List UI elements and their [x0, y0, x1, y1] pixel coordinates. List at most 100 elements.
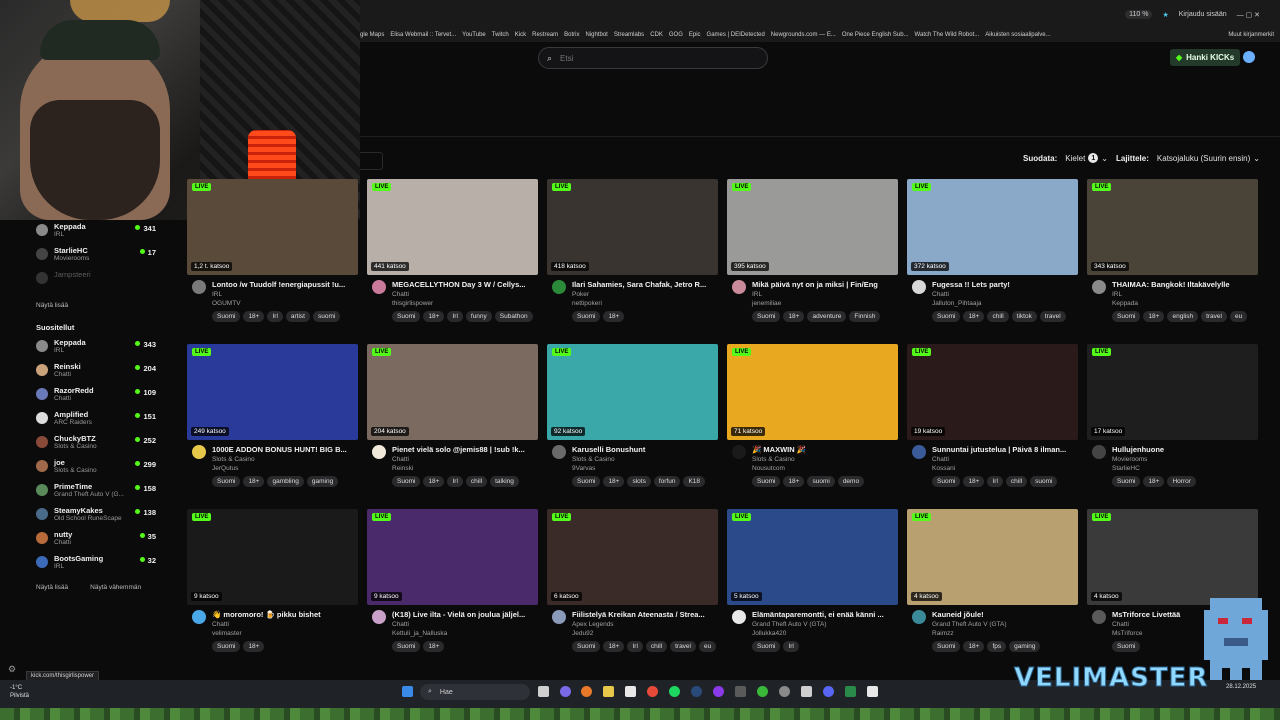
tag-chip[interactable]: Irl [783, 641, 799, 652]
tag-chip[interactable]: Suomi [572, 641, 601, 652]
stream-card[interactable]: LIVE 441 katsoo MEGACELLYTHON Day 3 W / Ce… [367, 179, 538, 325]
channel-avatar[interactable] [552, 280, 566, 294]
channel-name[interactable]: StarlieHC [1112, 465, 1140, 472]
show-more-link[interactable]: Näytä lisää [36, 584, 68, 591]
stream-thumbnail[interactable]: LIVE 92 katsoo [547, 344, 718, 440]
zoom-indicator[interactable]: 110 % [1125, 10, 1153, 19]
teams-icon[interactable] [560, 686, 571, 697]
channel-avatar[interactable] [192, 445, 206, 459]
calculator-icon[interactable] [735, 686, 746, 697]
tag-chip[interactable]: travel [670, 641, 696, 652]
tag-chip[interactable]: 18+ [423, 476, 445, 487]
channel-avatar[interactable] [552, 610, 566, 624]
show-less-link[interactable]: Näytä vähemmän [90, 584, 141, 591]
tag-chip[interactable]: tiktok [1011, 311, 1037, 322]
tag-chip[interactable]: travel [1201, 311, 1227, 322]
tag-chip[interactable]: gambling [267, 476, 304, 487]
bookmark-item[interactable]: gle Maps [360, 32, 384, 38]
sidebar-channel[interactable]: Jampsteeri [28, 270, 162, 294]
channel-name[interactable]: 9Varvas [572, 465, 595, 472]
stream-category[interactable]: Chatti [392, 456, 409, 463]
other-bookmarks[interactable]: Muut kirjanmerkit [1228, 32, 1274, 38]
channel-name[interactable]: Keppada [1112, 300, 1138, 307]
channel-avatar[interactable] [372, 445, 386, 459]
tag-chip[interactable]: Irl [447, 476, 463, 487]
sidebar-channel[interactable]: BootsGaming IRL 32 [28, 554, 162, 578]
tag-chip[interactable]: Suomi [932, 311, 961, 322]
channel-name[interactable]: Kossani [932, 465, 955, 472]
stream-thumbnail[interactable]: LIVE 1,2 t. katsoo [187, 179, 358, 275]
tag-chip[interactable]: fps [987, 641, 1007, 652]
bookmark-item[interactable]: Streamlabs [614, 32, 644, 38]
stream-card[interactable]: LIVE 1,2 t. katsoo Lontoo /w Tuudolf !ener… [187, 179, 358, 325]
bookmark-item[interactable]: Epic [689, 32, 701, 38]
channel-name[interactable]: OGUMTV [212, 300, 241, 307]
stream-category[interactable]: Slots & Casino [212, 456, 255, 463]
bookmark-item[interactable]: YouTube [462, 32, 486, 38]
channel-avatar[interactable] [912, 610, 926, 624]
tag-chip[interactable]: eu [1229, 311, 1248, 322]
tag-chip[interactable]: Suomi [572, 476, 601, 487]
tag-chip[interactable]: Finnish [849, 311, 881, 322]
tag-chip[interactable]: Irl [987, 476, 1003, 487]
channel-avatar[interactable] [732, 610, 746, 624]
channel-name[interactable]: JerQutus [212, 465, 238, 472]
search-input[interactable] [558, 52, 753, 64]
channel-avatar[interactable] [912, 280, 926, 294]
obs-icon[interactable] [713, 686, 724, 697]
discord-icon[interactable] [823, 686, 834, 697]
channel-name[interactable]: Jalluton_Pihtaaja [932, 300, 982, 307]
stream-title[interactable]: Mikä päivä nyt on ja miksi | Fin/Eng [752, 280, 898, 289]
channel-avatar[interactable] [1092, 280, 1106, 294]
tag-chip[interactable]: Suomi [1112, 476, 1141, 487]
channel-avatar[interactable] [732, 280, 746, 294]
stream-category[interactable]: Chatti [932, 456, 949, 463]
tag-chip[interactable]: Suomi [212, 641, 241, 652]
tag-chip[interactable]: Subathon [494, 311, 533, 322]
tag-chip[interactable]: gaming [306, 476, 339, 487]
sidebar-channel[interactable]: RazorRedd Chatti 109 [28, 386, 162, 410]
bookmark-item[interactable]: Aikuisten sosiaalipalve... [985, 32, 1050, 38]
stream-thumbnail[interactable]: LIVE 9 katsoo [367, 509, 538, 605]
stream-card[interactable]: LIVE 4 katsoo Kauneid jõule! Grand Theft Au… [907, 509, 1078, 655]
channel-name[interactable]: velimaster [212, 630, 242, 637]
tag-chip[interactable]: Suomi [572, 311, 601, 322]
tag-chip[interactable]: Suomi [752, 311, 781, 322]
files-icon[interactable] [603, 686, 614, 697]
tag-chip[interactable]: adventure [807, 311, 847, 322]
tag-chip[interactable]: 18+ [783, 311, 805, 322]
sidebar-channel[interactable]: PrimeTime Grand Theft Auto V (G... 158 [28, 482, 162, 506]
bookmark-item[interactable]: Games | DEIDetected [707, 32, 765, 38]
stream-thumbnail[interactable]: LIVE 204 katsoo [367, 344, 538, 440]
stream-thumbnail[interactable]: LIVE 17 katsoo [1087, 344, 1258, 440]
stream-title[interactable]: Karuselli Bonushunt [572, 445, 718, 454]
settings-icon[interactable] [779, 686, 790, 697]
stream-category[interactable]: Grand Theft Auto V (GTA) [752, 621, 827, 628]
channel-name[interactable]: MsTriforce [1112, 630, 1142, 637]
stream-card[interactable]: LIVE 9 katsoo (K18) Live ilta - Vielä on j… [367, 509, 538, 655]
bookmark-item[interactable]: Watch The Wild Robot... [915, 32, 980, 38]
stream-thumbnail[interactable]: LIVE 441 katsoo [367, 179, 538, 275]
spotify-icon[interactable] [669, 686, 680, 697]
channel-name[interactable]: Nousutcom [752, 465, 785, 472]
tag-chip[interactable]: Irl [627, 641, 643, 652]
tag-chip[interactable]: Suomi [212, 476, 241, 487]
tag-chip[interactable]: Horror [1167, 476, 1196, 487]
sidebar-channel[interactable]: Keppada IRL 343 [28, 338, 162, 362]
tag-chip[interactable]: 18+ [243, 476, 265, 487]
channel-name[interactable]: thisgirlispower [392, 300, 433, 307]
stream-category[interactable]: Poker [572, 291, 589, 298]
stream-card[interactable]: LIVE 71 katsoo 🎉 MAXWIN 🎉 Slots & Casino Nou… [727, 344, 898, 490]
tag-chip[interactable]: talking [490, 476, 519, 487]
stream-card[interactable]: LIVE 418 katsoo Ilari Sahamies, Sara Chafa… [547, 179, 718, 325]
stream-category[interactable]: Slots & Casino [572, 456, 615, 463]
channel-name[interactable]: Jollukka420 [752, 630, 786, 637]
tag-chip[interactable]: suomi [807, 476, 835, 487]
stream-title[interactable]: Pienet vielä solo @jemis88 | !sub !k... [392, 445, 538, 454]
sidebar-channel[interactable]: joe Slots & Casino 299 [28, 458, 162, 482]
stream-thumbnail[interactable]: LIVE 418 katsoo [547, 179, 718, 275]
channel-name[interactable]: jenemiliae [752, 300, 781, 307]
bookmark-item[interactable]: Elisa Webmail :: Tervet... [390, 32, 456, 38]
stream-card[interactable]: LIVE 5 katsoo Elämäntaparemontti, ei enää … [727, 509, 898, 655]
stream-thumbnail[interactable]: LIVE 6 katsoo [547, 509, 718, 605]
